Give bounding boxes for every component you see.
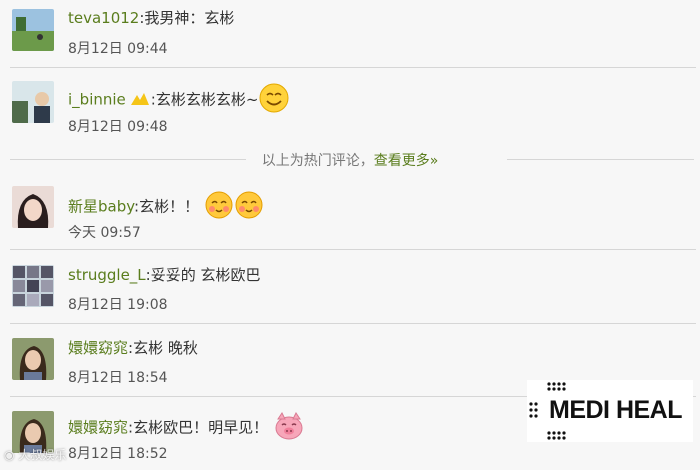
medi-heal-logo: MEDI HEAL [527, 380, 693, 442]
comment-time: 8月12日 19:08 [68, 297, 168, 313]
username-link[interactable]: struggle_L [68, 266, 146, 284]
avatar[interactable] [12, 338, 54, 380]
pig-emoji-icon [273, 411, 305, 445]
view-more-link[interactable]: 查看更多» [374, 153, 439, 169]
divider [507, 159, 694, 160]
avatar[interactable] [12, 81, 54, 123]
comment-time: 今天 09:57 [68, 225, 141, 241]
avatar[interactable] [12, 186, 54, 228]
comment-time: 8月12日 18:52 [68, 446, 168, 462]
avatar[interactable] [12, 9, 54, 51]
divider [10, 67, 696, 68]
username-link[interactable]: 嬛嬛窈窕 [68, 419, 128, 437]
divider [10, 159, 246, 160]
logo-text: MEDI HEAL [549, 396, 683, 424]
avatar[interactable] [12, 265, 54, 307]
blush-emoji-icon [234, 190, 264, 224]
username-link[interactable]: i_binnie [68, 91, 126, 109]
comment-text: 我男神：玄彬 [144, 9, 235, 27]
divider [10, 249, 696, 250]
username-link[interactable]: 嬛嬛窈窕 [68, 339, 128, 357]
divider [10, 323, 696, 324]
watermark-text: 大叔娱乐 [18, 448, 67, 462]
comment-text: 妥妥的 玄彬欧巴 [150, 266, 261, 284]
comment-text: 玄彬！！ [139, 197, 200, 216]
hot-comments-separator: 以上为热门评论，查看更多» [0, 150, 700, 170]
blush-emoji-icon [204, 190, 234, 224]
comment-time: 8月12日 09:44 [68, 41, 168, 57]
corner-watermark: ◉ 大叔娱乐 [4, 446, 66, 463]
comment-text: 玄彬玄彬玄彬~ [155, 90, 259, 109]
username-link[interactable]: 新星baby [68, 198, 134, 216]
smile-emoji-icon [258, 82, 290, 118]
hot-label: 以上为热门评论， [261, 153, 374, 169]
weibo-icon: ◉ [4, 448, 15, 462]
comment-time: 8月12日 18:54 [68, 370, 168, 386]
comment-text: 玄彬 晚秋 [133, 339, 198, 357]
vip-badge-icon [129, 92, 151, 112]
comment-text: 玄彬欧巴！明早见！ [133, 418, 269, 437]
comment-time: 8月12日 09:48 [68, 119, 168, 135]
username-link[interactable]: teva1012 [68, 9, 139, 27]
